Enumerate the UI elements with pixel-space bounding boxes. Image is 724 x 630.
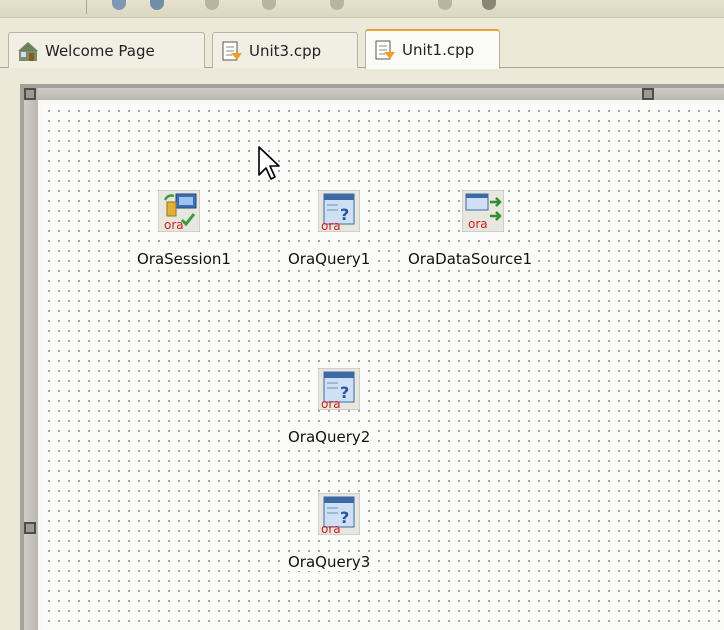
- ora-text: ora: [164, 218, 184, 232]
- component-label: OraQuery3: [288, 553, 371, 571]
- toolbar-button[interactable]: [482, 0, 496, 10]
- tab-label: Welcome Page: [45, 41, 155, 60]
- tab-unit1-cpp[interactable]: Unit1.cpp: [365, 29, 500, 69]
- mouse-cursor-icon: [258, 146, 280, 180]
- form-top-border: [24, 88, 724, 100]
- form-designer[interactable]: [20, 84, 724, 630]
- resize-handle-top-right[interactable]: [642, 88, 654, 100]
- question-mark: ?: [340, 508, 349, 527]
- ora-text: ora: [468, 217, 488, 231]
- toolbar: [0, 0, 724, 18]
- toolbar-button[interactable]: [262, 0, 276, 10]
- ora-datasource-icon: ora: [462, 190, 504, 232]
- editor-tab-bar: Welcome Page Unit3.cpp Unit1.cpp: [0, 18, 724, 69]
- form-left-border: [24, 88, 38, 630]
- tab-label: Unit3.cpp: [249, 41, 322, 60]
- ora-query-icon: ? ora: [318, 368, 360, 410]
- toolbar-button[interactable]: [150, 0, 164, 10]
- tab-welcome-page[interactable]: Welcome Page: [8, 32, 205, 68]
- ora-session-icon: ora: [158, 190, 200, 232]
- toolbar-button[interactable]: [330, 0, 344, 10]
- tab-label: Unit1.cpp: [402, 41, 475, 59]
- ora-text: ora: [321, 522, 341, 535]
- cpp-unit-icon: [375, 40, 395, 60]
- cpp-unit-icon: [222, 41, 242, 60]
- resize-handle-top-left[interactable]: [24, 88, 36, 100]
- design-grid[interactable]: [42, 104, 724, 630]
- component-label: OraQuery2: [288, 428, 371, 446]
- ora-text: ora: [321, 397, 341, 410]
- question-mark: ?: [340, 205, 349, 224]
- ora-query-icon: ? ora: [318, 493, 360, 535]
- tab-unit3-cpp[interactable]: Unit3.cpp: [212, 32, 358, 68]
- home-icon: [18, 41, 38, 61]
- toolbar-button[interactable]: [112, 0, 126, 10]
- resize-handle-bottom-left[interactable]: [24, 522, 36, 534]
- ora-query-icon: ? ora: [318, 190, 360, 232]
- component-label: OraDataSource1: [408, 250, 533, 268]
- component-label: OraQuery1: [288, 250, 371, 268]
- component-label: OraSession1: [137, 250, 231, 268]
- question-mark: ?: [340, 383, 349, 402]
- toolbar-button[interactable]: [205, 0, 219, 10]
- ora-text: ora: [321, 219, 341, 232]
- toolbar-button[interactable]: [438, 0, 452, 10]
- toolbar-separator: [86, 0, 87, 14]
